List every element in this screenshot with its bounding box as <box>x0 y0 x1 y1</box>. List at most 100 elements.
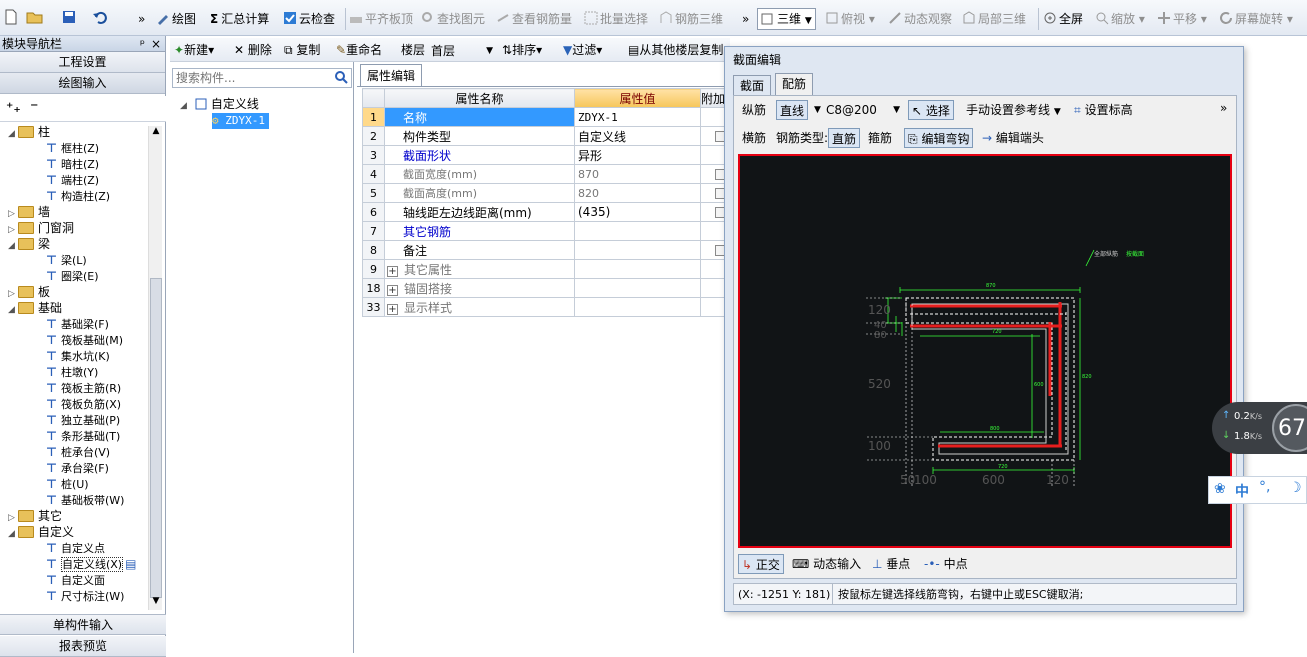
ime-language[interactable]: 中 <box>1235 481 1249 501</box>
property-row[interactable]: 33 + 显示样式 <box>362 297 727 317</box>
perpendicular-point-button[interactable]: ⊥ 垂点 <box>872 554 910 574</box>
property-value-cell[interactable]: ZDYX-1 <box>574 107 701 127</box>
property-row[interactable]: 6 轴线距左边线距离(mm) (435) <box>362 202 727 222</box>
nav-item[interactable]: ⊤ 基础梁(F) <box>46 316 109 332</box>
nav-folder[interactable]: ◢ 基础 <box>8 300 62 316</box>
set-elevation-button[interactable]: ⌗ 设置标高 <box>1074 100 1133 120</box>
property-row[interactable]: 7 其它钢筋 <box>362 221 727 241</box>
view-rebar-button[interactable]: 查看钢筋量 <box>496 9 572 29</box>
rotate-button[interactable]: 屏幕旋转 ▾ <box>1219 9 1293 29</box>
tab-property-edit[interactable]: 属性编辑 <box>360 64 422 86</box>
project-settings-button[interactable]: 工程设置 <box>0 52 165 73</box>
nav-item[interactable]: ⊤ 自定义面 <box>46 572 105 588</box>
chevron-down-icon[interactable]: ▼ <box>814 100 821 120</box>
expand-plus-icon[interactable]: + <box>387 284 398 296</box>
pan-button[interactable]: 平移 ▾ <box>1157 9 1207 29</box>
close-icon[interactable]: × <box>151 36 161 52</box>
flush-slab-button[interactable]: 平齐板顶 <box>349 9 413 29</box>
rebar-3d-button[interactable]: 钢筋三维 <box>659 9 723 29</box>
more-chevron-icon[interactable]: » <box>1220 98 1227 118</box>
nav-item[interactable]: ⊤ 筏板基础(M) <box>46 332 123 348</box>
top-view-button[interactable]: 俯视 ▾ <box>825 9 875 29</box>
select-button[interactable]: ↖ 选择 <box>908 100 954 120</box>
nav-item[interactable]: ⊤ 暗柱(Z) <box>46 156 99 172</box>
collapse-triangle-icon[interactable]: ◢ <box>8 526 18 542</box>
extra-cell[interactable] <box>700 183 727 203</box>
collapse-triangle-icon[interactable]: ◢ <box>8 126 18 142</box>
manual-ref-line-button[interactable]: 手动设置参考线 ▼ <box>966 100 1061 120</box>
copy-button[interactable]: ⧉ 复制 <box>284 41 320 59</box>
view-mode-select[interactable]: 三维 ▼ <box>757 8 816 30</box>
property-value-cell[interactable] <box>574 240 701 260</box>
expand-plus-icon[interactable]: + <box>387 265 398 277</box>
ortho-button[interactable]: ↳ 正交 <box>738 554 784 574</box>
nav-item[interactable]: ⊤ 基础板带(W) <box>46 492 124 508</box>
tree-scrollbar[interactable]: ▲ ▼ <box>148 126 162 610</box>
nav-item[interactable]: ⊤ 框柱(Z) <box>46 140 99 156</box>
extra-cell[interactable] <box>700 164 727 184</box>
nav-item[interactable]: ⊤ 尺寸标注(W) <box>46 588 124 604</box>
pin-icon[interactable]: ᵖ <box>140 36 145 52</box>
filter-button[interactable]: ▼过滤▾ <box>563 41 602 59</box>
property-value-cell[interactable] <box>574 278 701 298</box>
nav-folder[interactable]: ▷ 墙 <box>8 204 50 220</box>
tree-item-zdyx-1[interactable]: ⚙ ZDYX-1 <box>212 113 269 129</box>
batch-select-button[interactable]: 批量选择 <box>584 9 648 29</box>
undo-icon[interactable] <box>92 9 114 29</box>
draw-button[interactable]: 绘图 <box>156 9 196 29</box>
new-component-button[interactable]: ✦新建▾ <box>174 41 214 59</box>
search-icon[interactable] <box>334 70 348 87</box>
expand-plus-icon[interactable]: + <box>387 303 398 315</box>
save-icon[interactable] <box>62 9 76 29</box>
local-3d-button[interactable]: 局部三维 <box>962 9 1026 29</box>
extra-cell[interactable] <box>700 240 727 260</box>
scroll-down-icon[interactable]: ▼ <box>149 596 163 610</box>
extra-cell[interactable] <box>700 202 727 222</box>
straight-rebar-button[interactable]: 直筋 <box>828 128 861 148</box>
copy-from-floor-button[interactable]: ▤从其他楼层复制 <box>628 41 723 59</box>
rename-button[interactable]: ✎重命名 <box>336 41 382 59</box>
nav-item[interactable]: ⊤ 梁(L) <box>46 252 87 268</box>
extra-cell[interactable] <box>700 126 727 146</box>
property-row[interactable]: 1 名称 ZDYX-1 <box>362 107 727 127</box>
nav-item[interactable]: ⊤ 柱墩(Y) <box>46 364 98 380</box>
rebar-spec-select[interactable]: C8@200 ▼ <box>826 100 900 120</box>
property-row[interactable]: 2 构件类型 自定义线 <box>362 126 727 146</box>
ime-toolbar[interactable]: ❀ 中 °, ☽ <box>1208 476 1307 504</box>
property-value-cell[interactable] <box>574 221 701 241</box>
property-row[interactable]: 18 + 锚固搭接 <box>362 278 727 298</box>
nav-item[interactable]: ⊤ 集水坑(K) <box>46 348 110 364</box>
ime-punctuation[interactable]: °, <box>1259 479 1270 495</box>
scroll-up-icon[interactable]: ▲ <box>149 126 163 140</box>
fullscreen-button[interactable]: 全屏 <box>1043 9 1083 29</box>
nav-folder[interactable]: ◢ 柱 <box>8 124 50 140</box>
property-row[interactable]: 9 + 其它属性 <box>362 259 727 279</box>
property-value-cell[interactable]: 自定义线 <box>574 126 701 146</box>
scroll-thumb[interactable] <box>150 278 162 598</box>
nav-item[interactable]: ⊤ 承台梁(F) <box>46 460 109 476</box>
report-preview-button[interactable]: 报表预览 <box>0 636 166 657</box>
property-row[interactable]: 5 截面高度(mm) 820 <box>362 183 727 203</box>
nav-item[interactable]: ⊤ 筏板负筋(X) <box>46 396 121 412</box>
nav-item[interactable]: ⊤ 构造柱(Z) <box>46 188 110 204</box>
more-chevron-icon[interactable]: » <box>742 9 749 29</box>
property-row[interactable]: 3 截面形状 异形 <box>362 145 727 165</box>
tree-root-custom-line[interactable]: ◢ 自定义线 <box>180 96 259 112</box>
nav-item[interactable]: ⊤ 桩(U) <box>46 476 89 492</box>
stirrup-button[interactable]: 箍筋 <box>868 128 892 148</box>
nav-folder[interactable]: ▷ 其它 <box>8 508 62 524</box>
nav-item[interactable]: ⊤ 条形基础(T) <box>46 428 120 444</box>
nav-item[interactable]: ⊤ 自定义线(X) ▤ <box>46 556 136 572</box>
property-value-cell[interactable] <box>574 297 701 317</box>
find-element-button[interactable]: 查找图元 <box>421 9 485 29</box>
section-drawing-canvas[interactable]: 870 720 600 820 800 720 120 40 80 520 10… <box>738 154 1232 548</box>
nav-item[interactable]: ⊤ 自定义点 <box>46 540 105 556</box>
nav-item[interactable]: ⊤ 端柱(Z) <box>46 172 99 188</box>
search-input[interactable] <box>173 69 323 87</box>
paw-icon[interactable]: ❀ <box>1214 481 1226 497</box>
collapse-triangle-icon[interactable]: ◢ <box>8 238 18 254</box>
property-value-cell[interactable] <box>574 259 701 279</box>
nav-item[interactable]: ⊤ 圈梁(E) <box>46 268 99 284</box>
collapse-triangle-icon[interactable]: ◢ <box>8 302 18 318</box>
property-value-cell[interactable]: 870 <box>574 164 701 184</box>
